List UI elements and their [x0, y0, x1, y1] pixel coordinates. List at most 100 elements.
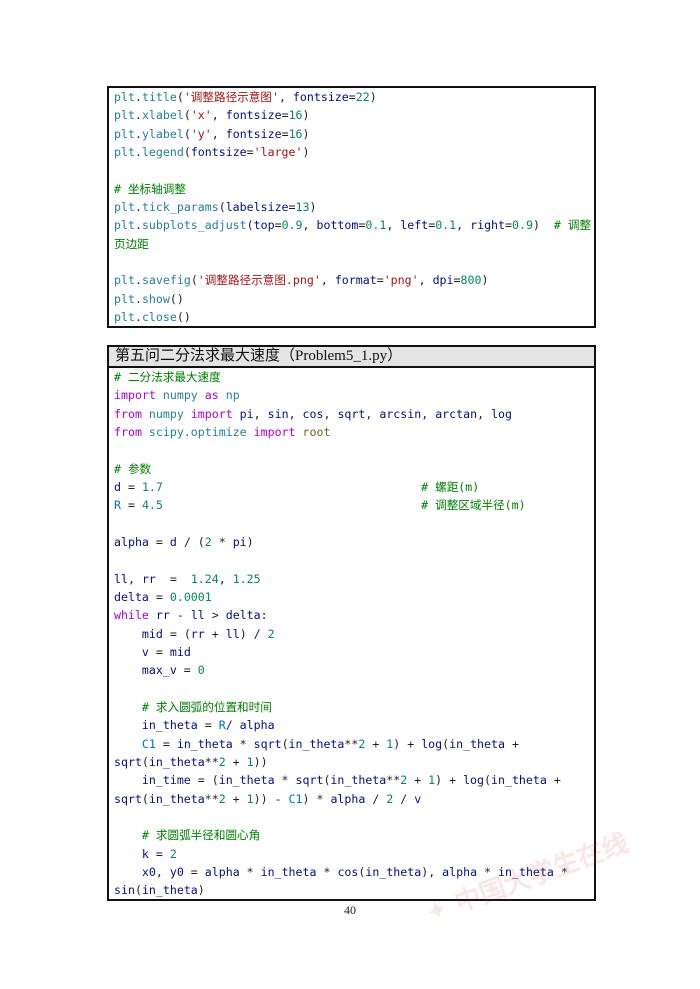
- code-block-plot-settings: plt.title('调整路径示意图', fontsize=22) plt.xla…: [107, 86, 596, 328]
- code-token: ,: [211, 108, 226, 123]
- code-line: R = 4.5 # 调整区域半径(m): [114, 496, 594, 514]
- code-token: delta: [225, 608, 261, 623]
- code-token: # 坐标轴调整: [114, 181, 186, 196]
- code-token: +: [225, 754, 247, 769]
- code-token: =: [120, 498, 142, 513]
- code-token: .: [134, 90, 142, 104]
- code-token: rr: [155, 608, 170, 623]
- code-token: k: [141, 846, 149, 861]
- code-token: 0.1: [365, 218, 387, 233]
- code-token: plt: [114, 199, 135, 214]
- code-token: sqrt: [337, 406, 366, 421]
- code-token: # 调整区域半径(m): [421, 498, 526, 513]
- code-token: ): [369, 90, 377, 104]
- code-token: =: [176, 663, 198, 678]
- code-token: R: [218, 718, 226, 733]
- code-token: =: [148, 846, 170, 861]
- code-token: .: [134, 273, 142, 288]
- code-token: from: [114, 406, 142, 421]
- code-token: ),: [421, 864, 443, 879]
- code-token: *: [211, 534, 233, 549]
- code-token: ll: [225, 626, 240, 641]
- code-token: )): [253, 754, 268, 769]
- code-line: d = 1.7 # 螺距(m): [114, 478, 594, 496]
- code-token: ): [302, 108, 310, 123]
- code-token: # 螺距(m): [421, 479, 480, 494]
- code-token: rr: [141, 571, 156, 586]
- code-token: in_theta: [148, 791, 205, 806]
- code-token: ) *: [302, 791, 331, 806]
- code-token: in_theta: [365, 864, 422, 879]
- code-token: 4.5: [141, 498, 163, 513]
- code-token: sin: [114, 883, 135, 898]
- code-token: 'png': [383, 273, 419, 288]
- code-token: =: [120, 479, 142, 494]
- code-token: 0: [197, 663, 205, 678]
- code-token: top: [253, 218, 275, 233]
- code-token: ,: [211, 126, 226, 141]
- code-token: 2: [267, 626, 275, 641]
- code-token: .: [134, 199, 142, 214]
- code-token: import: [190, 406, 233, 421]
- code-line: plt.title('调整路径示意图', fontsize=22): [114, 88, 594, 106]
- code-token: 1.24: [190, 571, 219, 586]
- code-token: format: [334, 273, 377, 288]
- code-token: **: [204, 791, 219, 806]
- code-token: (: [176, 90, 184, 104]
- document-page: plt.title('调整路径示意图', fontsize=22) plt.xla…: [0, 0, 700, 989]
- code-line: max_v = 0: [114, 661, 594, 679]
- code-line: plt.savefig('调整路径示意图.png', format='png',…: [114, 271, 594, 289]
- code-token: C1: [288, 791, 303, 806]
- code-token: while: [114, 608, 149, 623]
- code-token: plt: [114, 309, 135, 324]
- code-token: alpha: [239, 718, 275, 733]
- code-token: ,: [365, 406, 380, 421]
- code-line: plt.close(): [114, 308, 594, 326]
- code-token: ) +: [435, 773, 464, 788]
- code-token: .: [134, 108, 142, 123]
- code-token: ): [309, 199, 317, 214]
- code-token: (: [141, 754, 149, 769]
- code-token: **: [344, 736, 359, 751]
- code-token: 800: [460, 273, 482, 288]
- code-token: # 参数: [114, 461, 152, 476]
- code-token: ,: [155, 864, 170, 879]
- code-token: =: [148, 644, 170, 659]
- code-line: plt.show(): [114, 290, 594, 308]
- code-token: v: [414, 791, 422, 806]
- code-token: sqrt: [253, 736, 282, 751]
- code-token: rr: [190, 626, 205, 641]
- code-token: (: [281, 736, 289, 751]
- code-token: arcsin: [379, 406, 422, 421]
- code-token: **: [386, 773, 401, 788]
- code-token: =: [148, 589, 170, 604]
- code-token: / (: [176, 534, 205, 549]
- code-token: pi: [239, 406, 254, 421]
- code-token: as: [204, 388, 219, 403]
- code-token: delta: [114, 589, 149, 604]
- code-token: =: [376, 273, 384, 288]
- code-token: +: [204, 626, 226, 641]
- code-token: scipy.optimize: [148, 424, 247, 439]
- code-token: 页边距: [114, 236, 149, 251]
- code-token: import: [114, 388, 156, 403]
- code-token: 2: [218, 791, 226, 806]
- code-token: +: [504, 736, 519, 751]
- code-token: =: [183, 864, 205, 879]
- code-token: arctan: [435, 406, 478, 421]
- code-line: plt.legend(fontsize='large'): [114, 143, 594, 161]
- code-token: ,: [418, 273, 433, 288]
- code-token: max_v: [141, 663, 177, 678]
- code-line: mid = (rr + ll) / 2: [114, 625, 594, 643]
- code-token: in_theta: [260, 864, 317, 879]
- code-token: ,: [323, 406, 338, 421]
- code-token: (: [218, 199, 226, 214]
